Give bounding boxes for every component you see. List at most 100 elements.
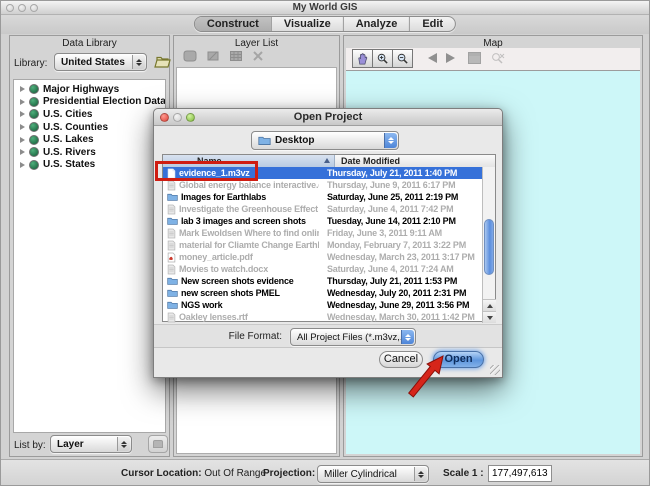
document-icon	[167, 264, 176, 274]
file-name: material for Cliamte Change Earthlab...	[179, 240, 319, 250]
document-icon	[167, 204, 176, 214]
edit-layer-icon[interactable]	[205, 49, 221, 68]
file-name: Investigate the Greenhouse Effect Jav...	[179, 204, 319, 214]
disclosure-triangle-icon[interactable]	[20, 98, 25, 105]
file-name: Mark Ewoldsen Where to find online l...	[179, 228, 319, 238]
disclosure-triangle-icon[interactable]	[20, 161, 25, 168]
delete-icon[interactable]	[251, 49, 265, 68]
dialog-titlebar: Open Project	[154, 109, 502, 126]
file-row-lab-3-images-and-screen-shots[interactable]: lab 3 images and screen shots Tuesday, Ju…	[163, 215, 483, 227]
tree-item-u-s-states[interactable]: U.S. States	[18, 159, 165, 172]
scrollbar[interactable]	[482, 167, 496, 323]
file-date-cell: Wednesday, March 30, 2011 1:42 PM	[327, 312, 475, 322]
column-date-label: Date Modified	[341, 156, 401, 166]
file-row-ngs-work[interactable]: NGS work Wednesday, June 29, 2011 3:56 PM	[163, 299, 483, 311]
file-name-cell: NGS work	[163, 300, 319, 310]
library-select[interactable]: United States	[54, 53, 147, 71]
disclosure-triangle-icon[interactable]	[20, 86, 25, 93]
projection-select[interactable]: Miller Cylindrical	[317, 465, 429, 483]
library-view-icon[interactable]	[148, 435, 168, 453]
disclosure-triangle-icon[interactable]	[20, 124, 25, 131]
file-name: New screen shots evidence	[181, 276, 294, 286]
tree-item-label: U.S. Rivers	[43, 146, 96, 158]
scale-input[interactable]	[488, 465, 552, 482]
resize-grip-icon[interactable]	[490, 365, 500, 375]
layer-globe-icon	[29, 109, 39, 120]
library-row: Library: United States	[14, 53, 171, 74]
tab-visualize[interactable]: Visualize	[272, 17, 344, 31]
app-window: My World GIS Construct Visualize Analyze Ed…	[0, 0, 650, 486]
folder-icon	[167, 193, 178, 201]
file-name-cell: New screen shots evidence	[163, 276, 319, 286]
scroll-down-icon[interactable]	[483, 311, 496, 323]
file-date-cell: Saturday, June 4, 2011 7:42 PM	[327, 204, 454, 214]
tab-construct[interactable]: Construct	[194, 17, 272, 31]
file-name: Oakley lenses.rtf	[179, 312, 248, 322]
stepper-icon	[132, 55, 145, 69]
zoom-extent-icon[interactable]	[468, 52, 481, 64]
tree-item-presidential-election-data[interactable]: Presidential Election Data	[18, 96, 165, 109]
tab-group: Construct Visualize Analyze Edit	[193, 16, 457, 32]
file-date-cell: Saturday, June 25, 2011 2:19 PM	[327, 192, 459, 202]
stack-icon	[153, 440, 163, 448]
file-name-cell: Images for Earthlabs	[163, 192, 319, 202]
file-date-cell: Wednesday, June 29, 2011 3:56 PM	[327, 300, 470, 310]
file-row-images-for-earthlabs[interactable]: Images for Earthlabs Saturday, June 25, 2…	[163, 191, 483, 203]
file-row-new-screen-shots-evidence[interactable]: New screen shots evidence Thursday, July …	[163, 275, 483, 287]
tab-edit[interactable]: Edit	[410, 17, 455, 31]
file-date-cell: Thursday, July 21, 2011 1:53 PM	[327, 276, 458, 286]
tree-item-major-highways[interactable]: Major Highways	[18, 83, 165, 96]
tree-item-label: U.S. Lakes	[43, 134, 94, 146]
zoom-in-icon[interactable]	[372, 49, 393, 68]
file-name-cell: Global energy balance interactive.docx	[163, 180, 319, 191]
list-by-select[interactable]: Layer	[50, 435, 132, 453]
file-name: Global energy balance interactive.docx	[179, 180, 319, 190]
disclosure-triangle-icon[interactable]	[20, 149, 25, 156]
folder-icon	[167, 277, 178, 285]
document-icon	[167, 180, 176, 190]
layer-list-toolbar	[176, 50, 337, 67]
scrollbar-thumb[interactable]	[484, 219, 494, 275]
tree-item-u-s-rivers[interactable]: U.S. Rivers	[18, 146, 165, 159]
cursor-location: Cursor Location: Out Of Range	[121, 468, 266, 479]
disclosure-triangle-icon[interactable]	[20, 111, 25, 118]
tree-item-u-s-lakes[interactable]: U.S. Lakes	[18, 133, 165, 146]
back-arrow-icon[interactable]	[428, 53, 437, 63]
file-row-new-screen-shots-pmel[interactable]: new screen shots PMEL Wednesday, July 20,…	[163, 287, 483, 299]
tree-item-u-s-counties[interactable]: U.S. Counties	[18, 121, 165, 134]
file-date-cell: Saturday, June 4, 2011 7:24 AM	[327, 264, 454, 274]
open-library-folder-icon[interactable]	[154, 54, 172, 70]
file-name-cell: Mark Ewoldsen Where to find online l...	[163, 228, 319, 239]
folder-icon	[167, 217, 178, 225]
column-header-date[interactable]: Date Modified	[335, 155, 495, 167]
file-name: Images for Earthlabs	[181, 192, 267, 202]
file-date-cell: Wednesday, July 20, 2011 2:31 PM	[327, 288, 467, 298]
file-date-cell: Tuesday, June 14, 2011 2:10 PM	[327, 216, 456, 226]
zoom-out-icon[interactable]	[392, 49, 413, 68]
layer-globe-icon	[29, 84, 39, 95]
cursor-location-value: Out Of Range	[204, 468, 267, 479]
zoom-selection-icon[interactable]	[490, 51, 505, 71]
projection-select-value: Miller Cylindrical	[324, 468, 397, 480]
tree-item-label: U.S. States	[43, 159, 96, 171]
file-name: lab 3 images and screen shots	[181, 216, 306, 226]
file-name-cell: Movies to watch.docx	[163, 264, 319, 275]
pan-hand-icon[interactable]	[352, 49, 373, 68]
disclosure-triangle-icon[interactable]	[20, 136, 25, 143]
layer-list-header: Layer List	[234, 38, 279, 49]
scroll-up-icon[interactable]	[483, 299, 496, 311]
forward-arrow-icon[interactable]	[446, 53, 455, 63]
location-select[interactable]: Desktop	[251, 131, 399, 150]
add-layer-icon[interactable]	[182, 49, 198, 68]
tab-analyze[interactable]: Analyze	[344, 17, 411, 31]
file-name-cell: Investigate the Greenhouse Effect Jav...	[163, 204, 319, 215]
library-select-value: United States	[61, 56, 125, 68]
file-format-select[interactable]: All Project Files (*.m3vz,...	[290, 328, 416, 346]
table-icon[interactable]	[228, 49, 244, 68]
tree-item-label: Presidential Election Data	[43, 96, 166, 108]
folder-icon	[167, 301, 178, 309]
stepper-icon	[414, 467, 427, 481]
map-tool-group	[352, 49, 413, 68]
file-format-select-value: All Project Files (*.m3vz,...	[297, 331, 408, 343]
tree-item-u-s-cities[interactable]: U.S. Cities	[18, 108, 165, 121]
